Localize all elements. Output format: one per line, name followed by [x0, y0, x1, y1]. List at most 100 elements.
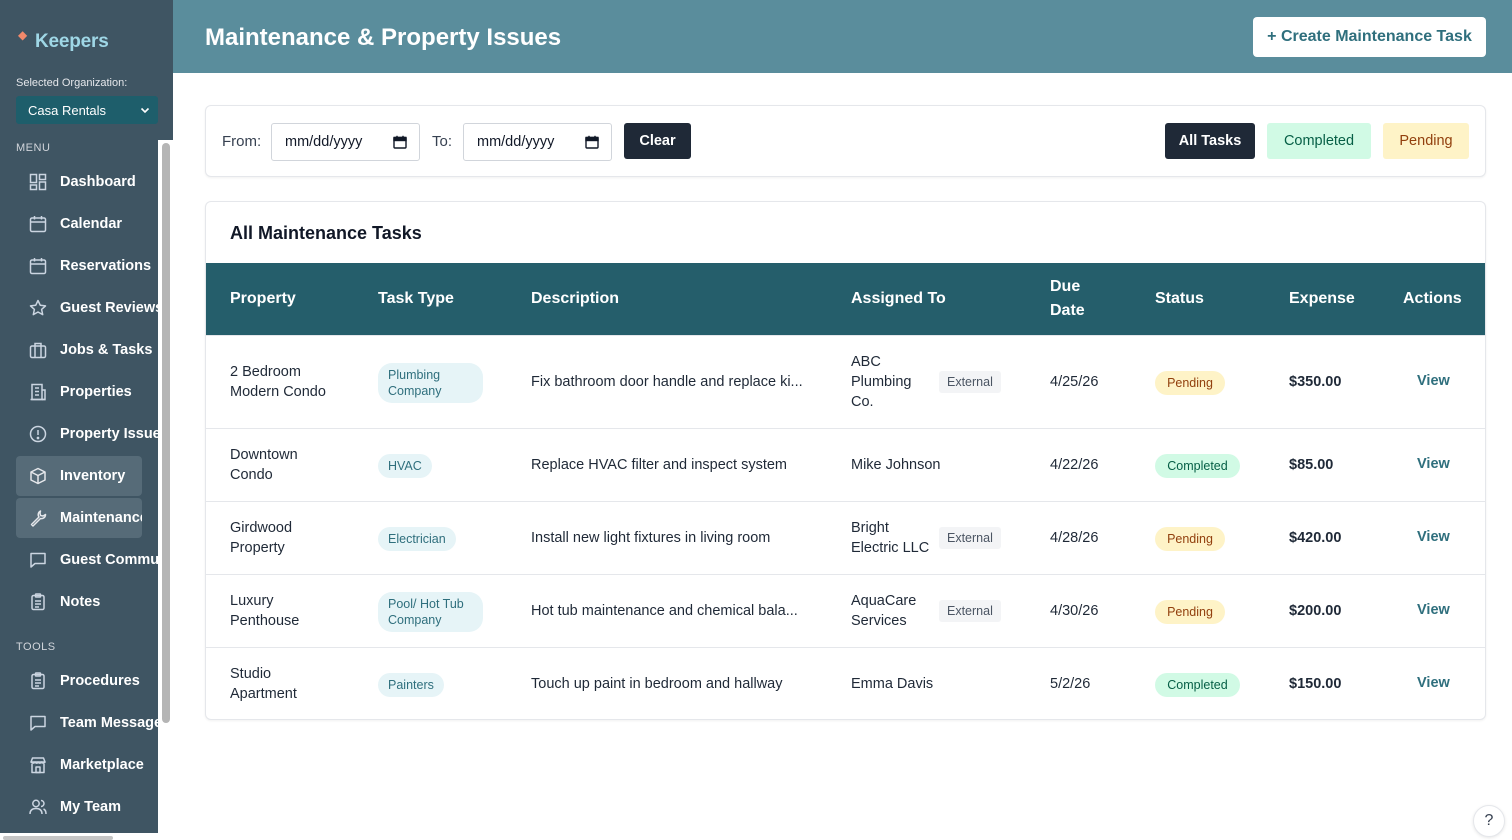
app-logo[interactable]: ◆ Keepers [18, 28, 109, 53]
from-label: From: [222, 133, 262, 150]
sidebar-item-label: Properties [60, 384, 132, 400]
assigned-to-cell: Bright Electric LLC [851, 518, 929, 558]
due-date-cell: 4/25/26 [1050, 374, 1099, 390]
view-link[interactable]: View [1417, 675, 1450, 691]
to-date-input[interactable]: mm/dd/yyyy [463, 123, 612, 161]
dashboard-icon [28, 172, 48, 192]
sidebar-item-guest-communication[interactable]: Guest Communication [16, 540, 158, 580]
property-name-line: Penthouse [230, 613, 300, 629]
due-date-cell: 5/2/26 [1050, 676, 1091, 692]
sidebar-item-label: Maintenance [60, 510, 142, 526]
create-maintenance-task-button[interactable]: + Create Maintenance Task [1253, 17, 1486, 57]
sidebar-item-my-team[interactable]: My Team [16, 787, 158, 827]
clear-button[interactable]: Clear [624, 123, 691, 159]
sidebar-item-label: Calendar [60, 216, 123, 232]
sidebar-scrollbar[interactable] [162, 143, 170, 723]
view-link[interactable]: View [1417, 602, 1450, 618]
sidebar-nav: ◆ Keepers Selected Organization: Casa Re… [0, 0, 158, 840]
calendar-icon[interactable] [393, 135, 407, 149]
description-cell: Fix bathroom door handle and replace ki.… [531, 374, 803, 390]
sidebar-item-label: Dashboard [60, 174, 136, 190]
sidebar-item-label: Jobs & Tasks [60, 342, 153, 358]
table-title: All Maintenance Tasks [230, 223, 422, 243]
sidebar-item-procedures[interactable]: Procedures [16, 661, 158, 701]
filter-all-tasks-button[interactable]: All Tasks [1165, 123, 1255, 159]
sidebar-item-label: My Team [60, 799, 121, 815]
help-button[interactable]: ? [1473, 805, 1505, 837]
sidebar-item-jobs-tasks[interactable]: Jobs & Tasks [16, 330, 158, 370]
column-header-assigned-to: Assigned To [851, 290, 946, 307]
expense-cell: $420.00 [1289, 530, 1342, 546]
org-select-value: Casa Rentals [28, 102, 107, 118]
filter-bar: From: mm/dd/yyyy To: mm/dd/yyyy Clear Al… [205, 105, 1486, 177]
wrench-icon [28, 508, 48, 528]
box-icon [28, 466, 48, 486]
sidebar-item-inventory[interactable]: Inventory [16, 456, 142, 496]
description-cell: Install new light fixtures in living roo… [531, 530, 771, 546]
expense-cell: $85.00 [1289, 457, 1334, 473]
sidebar-item-reservations[interactable]: Reservations [16, 246, 158, 286]
task-type-badge: Painters [378, 673, 444, 697]
property-name-line: Luxury [230, 593, 274, 609]
view-link[interactable]: View [1417, 373, 1450, 389]
org-label: Selected Organization: [16, 77, 128, 89]
sidebar-item-label: Procedures [60, 673, 140, 689]
logo-diamond-icon: ◆ [18, 28, 28, 42]
sidebar-item-label: Notes [60, 594, 101, 610]
table-row: Downtown Condo HVAC Replace HVAC filter … [206, 428, 1485, 501]
sidebar-item-dashboard[interactable]: Dashboard [16, 162, 158, 202]
property-cell: Girdwood Property [230, 518, 292, 558]
tools-section-label: TOOLS [16, 641, 56, 653]
column-header-date: Date [1050, 302, 1085, 319]
sidebar-item-property-issues[interactable]: Property Issues [16, 414, 158, 454]
sidebar-item-notes[interactable]: Notes [16, 582, 158, 622]
sidebar-item-team-messages[interactable]: Team Messages [16, 703, 158, 743]
column-header-description: Description [531, 290, 620, 307]
status-badge: Pending [1155, 527, 1225, 551]
external-badge: External [939, 371, 1001, 393]
expense-cell: $350.00 [1289, 374, 1342, 390]
org-select[interactable]: Casa Rentals [16, 96, 158, 124]
property-name-line: Studio [230, 666, 272, 682]
sidebar-item-calendar[interactable]: Calendar [16, 204, 158, 244]
sidebar-item-label: Team Messages [60, 715, 158, 731]
table-row: 2 Bedroom Modern Condo Plumbing Company F… [206, 335, 1485, 428]
assigned-to-cell: Emma Davis [851, 676, 934, 692]
task-type-line: Pool/ Hot Tub [388, 597, 464, 611]
due-date-cell: 4/22/26 [1050, 457, 1099, 473]
column-header-task-type: Task Type [378, 290, 454, 307]
star-icon [28, 298, 48, 318]
store-icon [28, 755, 48, 775]
assignee-line: ABC [851, 354, 881, 370]
calendar-icon [28, 256, 48, 276]
sidebar-item-label: Guest Communication [60, 552, 158, 568]
calendar-icon [28, 214, 48, 234]
description-cell: Hot tub maintenance and chemical bala... [531, 603, 798, 619]
maintenance-tasks-card: All Maintenance Tasks Property Task Type… [205, 201, 1486, 720]
page-header: Maintenance & Property Issues + Create M… [173, 0, 1512, 73]
filter-pending-button[interactable]: Pending [1383, 123, 1469, 159]
calendar-icon[interactable] [585, 135, 599, 149]
assigned-to-cell: Mike Johnson [851, 457, 941, 473]
sidebar-hscrollbar[interactable] [3, 836, 113, 840]
status-badge: Pending [1155, 371, 1225, 395]
assignee-line: Bright [851, 520, 889, 536]
view-link[interactable]: View [1417, 529, 1450, 545]
property-cell: Downtown Condo [230, 445, 298, 485]
sidebar-item-properties[interactable]: Properties [16, 372, 158, 412]
sidebar-item-marketplace[interactable]: Marketplace [16, 745, 158, 785]
from-date-input[interactable]: mm/dd/yyyy [271, 123, 420, 161]
property-name-line: Downtown [230, 447, 298, 463]
property-name-line: Property [230, 540, 285, 556]
assignee-line: Services [851, 613, 907, 629]
filter-completed-button[interactable]: Completed [1267, 123, 1371, 159]
external-badge: External [939, 600, 1001, 622]
view-link[interactable]: View [1417, 456, 1450, 472]
sidebar-item-label: Inventory [60, 468, 126, 484]
sidebar: ◆ Keepers Selected Organization: Casa Re… [0, 0, 173, 840]
assigned-to-cell: ABC Plumbing Co. [851, 352, 911, 412]
table-header: Property Task Type Description Assigned … [206, 263, 1485, 335]
sidebar-item-guest-reviews[interactable]: Guest Reviews [16, 288, 158, 328]
sidebar-item-maintenance[interactable]: Maintenance [16, 498, 142, 538]
task-type-badge: Pool/ Hot Tub Company [378, 592, 483, 632]
